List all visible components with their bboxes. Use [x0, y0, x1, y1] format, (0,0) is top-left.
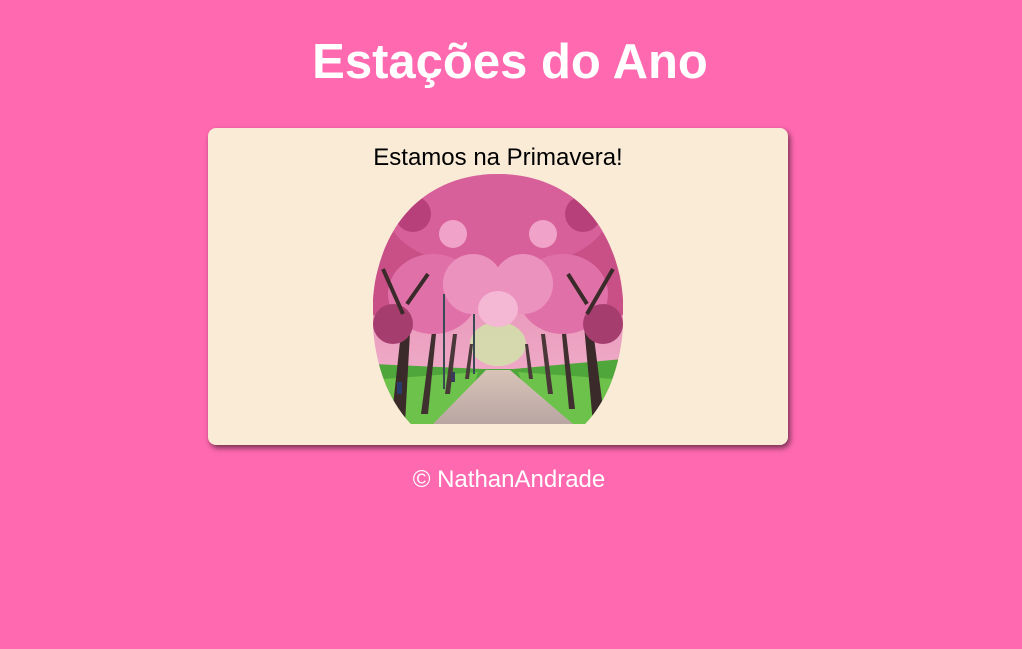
- page-title: Estações do Ano: [312, 35, 708, 89]
- cherry-blossom-path-photo: [373, 174, 623, 424]
- footer-credit: © NathanAndrade: [412, 466, 606, 493]
- season-card: Estamos na Primavera!: [208, 128, 788, 445]
- season-message: Estamos na Primavera!: [373, 144, 623, 171]
